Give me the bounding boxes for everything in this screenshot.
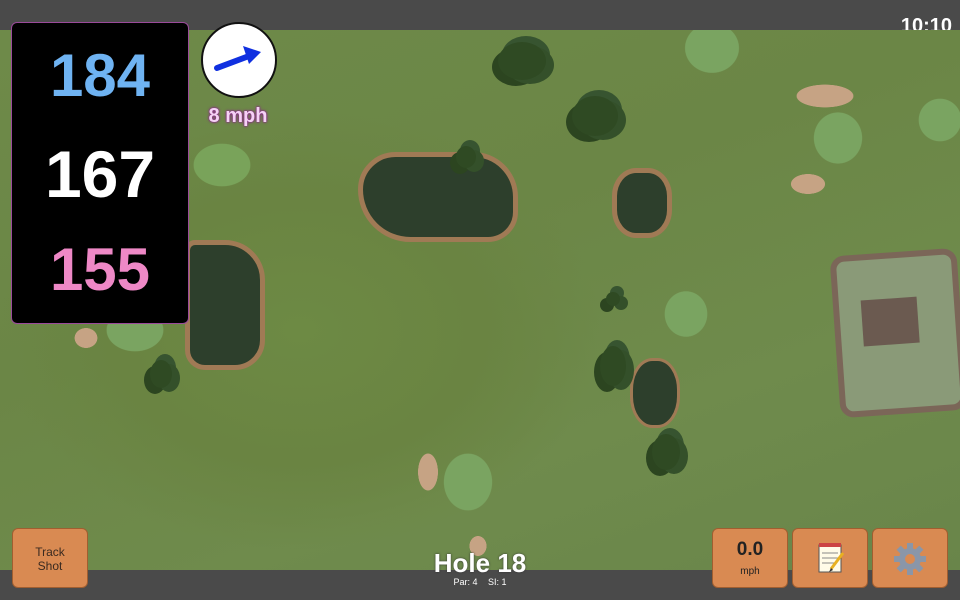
notes-button[interactable] [792,528,868,588]
arrow-right-icon [214,46,261,71]
hole-si: SI: 1 [488,577,507,587]
speed-value: 0.0 [736,539,764,560]
hole-par: Par: 4 [453,577,478,587]
clubhouse [829,247,960,419]
clubhouse-roof [860,296,920,347]
pond [612,168,672,238]
wind-speed: 8 mph [208,105,268,127]
wind-dial [201,22,277,98]
tree [150,360,172,388]
speed-unit: mph [740,566,760,577]
creek [185,240,265,370]
distance-panel: 184 167 155 [11,22,189,324]
tree [652,434,680,470]
track-shot-button[interactable]: Track Shot [12,528,88,588]
gear-icon [894,543,926,575]
settings-button[interactable] [872,528,948,588]
tree [572,96,618,136]
track-shot-label-line1: Track [35,545,65,559]
tree [456,146,476,168]
pond [358,152,518,242]
tree [600,346,626,386]
hole-meta: Par: 4 SI: 1 [380,577,580,587]
notepad-icon [818,543,845,573]
speed-button[interactable]: 0.0 mph [712,528,788,588]
tree [606,292,620,306]
pond [630,358,680,428]
distance-back: 184 [49,42,151,109]
tree [498,42,546,80]
track-shot-label-line2: Shot [37,559,63,573]
distance-front: 155 [49,236,151,303]
hole-title: Hole 18 [433,548,527,578]
distance-middle: 167 [44,137,156,211]
